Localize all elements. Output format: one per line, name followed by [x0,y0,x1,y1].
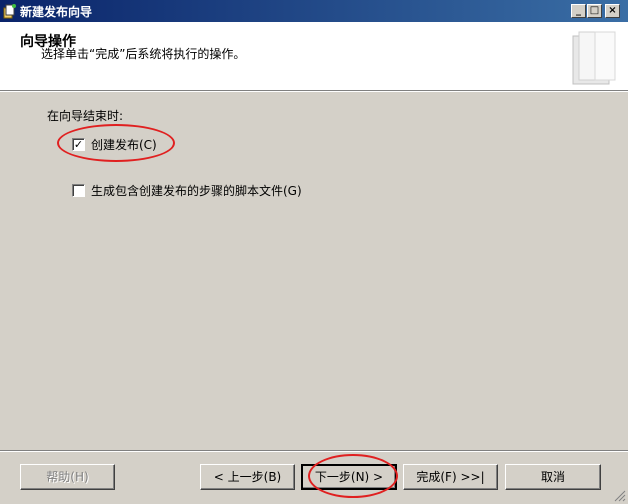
resize-grip-icon[interactable] [614,490,626,502]
title-bar: 新建发布向导 _ □ × [0,0,628,22]
wizard-app-icon [3,4,16,19]
back-button[interactable]: < 上一步(B) [200,464,295,490]
option-generate-script[interactable]: 生成包含创建发布的步骤的脚本文件(G) [72,182,302,199]
annotation-ellipse-next [308,454,398,498]
maximize-icon[interactable]: □ [587,4,602,18]
help-button[interactable]: 帮助(H) [20,464,115,490]
close-icon[interactable]: × [605,4,620,18]
cancel-button[interactable]: 取消 [505,464,601,490]
generate-script-checkbox[interactable] [72,184,85,197]
annotation-ellipse [57,124,175,162]
wizard-header: 向导操作 选择单击“完成”后系统将执行的操作。 [0,22,628,91]
wizard-banner-icon [572,31,616,85]
minimize-icon[interactable]: _ [571,4,586,18]
page-subtitle: 选择单击“完成”后系统将执行的操作。 [41,47,246,61]
finish-button[interactable]: 完成(F) >>| [403,464,498,490]
generate-script-label: 生成包含创建发布的步骤的脚本文件(G) [91,184,302,198]
header-separator [0,91,628,92]
group-label: 在向导结束时: [47,109,124,123]
window-title: 新建发布向导 [20,5,93,19]
footer-separator-highlight [0,451,628,452]
